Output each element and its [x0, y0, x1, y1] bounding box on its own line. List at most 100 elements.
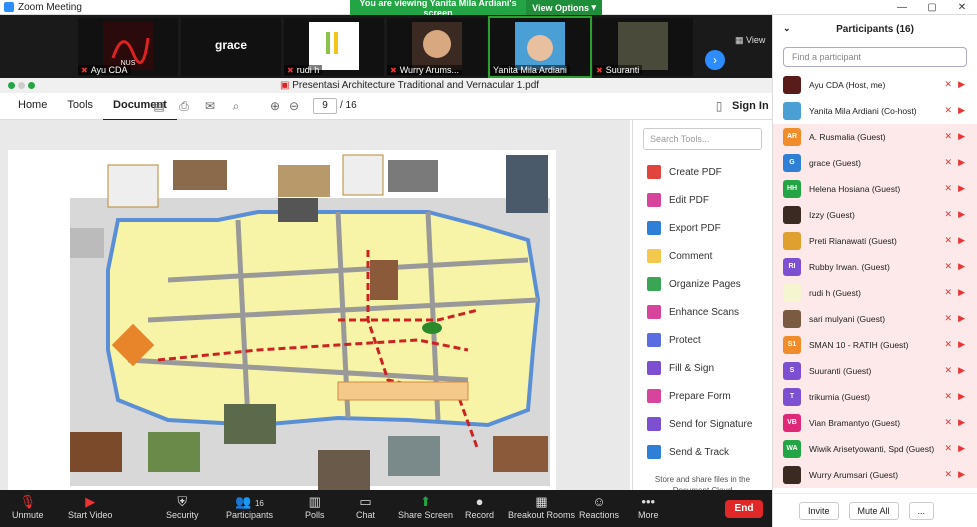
video-tile[interactable]: ✖ Suuranti	[593, 18, 693, 76]
participant-row[interactable]: sari mulyani (Guest) ✕ ▶	[773, 306, 977, 332]
shared-screen: ▣ Presentasi Architecture Traditional an…	[0, 78, 772, 495]
menu-tools[interactable]: Tools	[57, 92, 103, 121]
start-video-button[interactable]: ▶ Start Video	[68, 494, 112, 520]
tool-item[interactable]: Organize Pages	[633, 270, 772, 298]
people-icon: 👥 16	[235, 494, 264, 509]
participant-row[interactable]: rudi h (Guest) ✕ ▶	[773, 280, 977, 306]
maximize-icon[interactable]: ▢	[917, 0, 947, 15]
participant-name: Helena Hosiana (Guest)	[809, 184, 901, 194]
tile-name: ✖ Wurry Arums...	[387, 65, 463, 75]
participant-row[interactable]: VB Vian Bramantyo (Guest) ✕ ▶	[773, 410, 977, 436]
page-down-icon[interactable]: ⊖	[287, 99, 301, 113]
tool-item[interactable]: Create PDF	[633, 158, 772, 186]
view-options-button[interactable]: View Options ▾	[526, 0, 602, 15]
reactions-icon: ☺	[592, 494, 606, 509]
end-meeting-button[interactable]: End	[725, 500, 763, 518]
video-tile[interactable]: NUS ✖ Ayu CDA	[78, 18, 178, 76]
participant-row[interactable]: Ttrikurnia (Guest) ✕ ▶	[773, 384, 977, 410]
participant-row[interactable]: Ggrace (Guest) ✕ ▶	[773, 150, 977, 176]
mic-muted-icon: ✖	[390, 65, 397, 75]
participant-name: Vian Bramantyo (Guest)	[809, 418, 901, 428]
tool-item[interactable]: Enhance Scans	[633, 298, 772, 326]
participants-button[interactable]: 👥 16 Participants	[226, 494, 273, 520]
participant-status: ✕ ▶	[945, 417, 965, 428]
video-tile[interactable]: grace	[181, 18, 281, 76]
chat-button[interactable]: ▭ Chat	[356, 494, 375, 520]
pdf-file-icon: ▣	[280, 80, 290, 91]
participant-row[interactable]: Izzy (Guest) ✕ ▶	[773, 202, 977, 228]
search-icon[interactable]: ⌕	[229, 99, 243, 113]
participant-name: Suuranti (Guest)	[809, 366, 872, 376]
close-icon[interactable]: ✕	[947, 0, 977, 15]
avatar: RI	[783, 258, 801, 276]
minimize-icon[interactable]: —	[887, 0, 917, 15]
participant-row[interactable]: S Suuranti (Guest) ✕ ▶	[773, 358, 977, 384]
mute-all-button[interactable]: Mute All	[848, 501, 899, 520]
mobile-icon[interactable]: ▯	[712, 99, 726, 113]
participant-row[interactable]: S1 SMAN 10 - RATIH (Guest) ✕ ▶	[773, 332, 977, 358]
tool-label: Edit PDF	[669, 194, 710, 206]
video-off-icon: ▶	[958, 469, 965, 479]
pdf-menu: Home Tools Document	[0, 92, 177, 121]
unmute-button[interactable]: 🎙 Unmute	[12, 494, 44, 520]
tool-icon	[647, 305, 661, 319]
participant-status: ✕ ▶	[945, 469, 965, 480]
window-title: Zoom Meeting	[18, 1, 82, 13]
view-button[interactable]: ▦ View	[735, 35, 765, 46]
video-tile-active[interactable]: Yanita Mila Ardiani	[488, 16, 592, 78]
page-up-icon[interactable]: ⊕	[268, 99, 282, 113]
more-options-button[interactable]: ...	[908, 501, 935, 520]
breakout-rooms-button[interactable]: ▦ Breakout Rooms	[508, 494, 575, 520]
participant-row[interactable]: WA Wiwik Arisetyowanti, Spd (Guest) ✕ ▶	[773, 436, 977, 462]
record-button[interactable]: ● Record	[465, 494, 494, 520]
tool-item[interactable]: Prepare Form	[633, 382, 772, 410]
app-title: Zoom Meeting	[0, 2, 82, 13]
reactions-button[interactable]: ☺ Reactions	[579, 494, 619, 520]
polls-label: Polls	[305, 510, 325, 520]
email-icon[interactable]: ✉	[203, 99, 217, 113]
tool-item[interactable]: Protect	[633, 326, 772, 354]
participant-row[interactable]: Ayu CDA (Host, me) ✕ ▶	[773, 72, 977, 98]
video-off-icon: ▶	[958, 157, 965, 167]
participant-name: rudi h (Guest)	[809, 288, 861, 298]
participant-row[interactable]: HH Helena Hosiana (Guest) ✕ ▶	[773, 176, 977, 202]
find-participant-input[interactable]: Find a participant	[783, 47, 967, 67]
tool-item[interactable]: Edit PDF	[633, 186, 772, 214]
invite-button[interactable]: Invite	[799, 501, 839, 520]
participant-name: A. Rusmalia (Guest)	[809, 132, 886, 142]
participant-row[interactable]: AR A. Rusmalia (Guest) ✕ ▶	[773, 124, 977, 150]
save-icon[interactable]: ▤	[152, 99, 166, 113]
participant-name: SMAN 10 - RATIH (Guest)	[809, 340, 909, 350]
pdf-document-area[interactable]	[0, 120, 630, 490]
participant-row[interactable]: Wurry Arumsari (Guest) ✕ ▶	[773, 462, 977, 488]
participant-list: Ayu CDA (Host, me) ✕ ▶ Yanita Mila Ardiani …	[773, 72, 977, 488]
search-tools-input[interactable]: Search Tools...	[643, 128, 762, 150]
participant-name: Yanita Mila Ardiani (Co-host)	[809, 106, 917, 116]
print-icon[interactable]: ⎙	[177, 99, 191, 113]
more-button[interactable]: ••• More	[638, 494, 659, 520]
tool-item[interactable]: Export PDF	[633, 214, 772, 242]
video-tile[interactable]: ✖ rudi h	[284, 18, 384, 76]
tool-item[interactable]: Send for Signature	[633, 410, 772, 438]
security-button[interactable]: ⛨ Security	[166, 494, 199, 520]
participant-row[interactable]: Yanita Mila Ardiani (Co-host) ✕ ▶	[773, 98, 977, 124]
avatar	[783, 76, 801, 94]
tool-item[interactable]: Comment	[633, 242, 772, 270]
tool-item[interactable]: Fill & Sign	[633, 354, 772, 382]
sign-in-button[interactable]: Sign In	[732, 100, 769, 112]
polls-button[interactable]: ▥ Polls	[305, 494, 325, 520]
tool-label: Protect	[669, 334, 701, 346]
tool-item[interactable]: Send & Track	[633, 438, 772, 466]
mic-muted-icon: ✕	[944, 313, 953, 323]
menu-home[interactable]: Home	[8, 92, 57, 121]
collapse-chevron-icon[interactable]: ⌄	[783, 23, 791, 34]
share-screen-button[interactable]: ⬆ Share Screen	[398, 494, 453, 520]
next-page-icon[interactable]: ›	[705, 50, 725, 70]
avatar	[783, 102, 801, 120]
avatar	[783, 284, 801, 302]
page-number-input[interactable]: 9	[313, 98, 337, 114]
tile-name-text: Ayu CDA	[90, 65, 128, 75]
participant-row[interactable]: Preti Rianawati (Guest) ✕ ▶	[773, 228, 977, 254]
video-tile[interactable]: ✖ Wurry Arums...	[387, 18, 487, 76]
participant-row[interactable]: RI Rubby Irwan. (Guest) ✕ ▶	[773, 254, 977, 280]
